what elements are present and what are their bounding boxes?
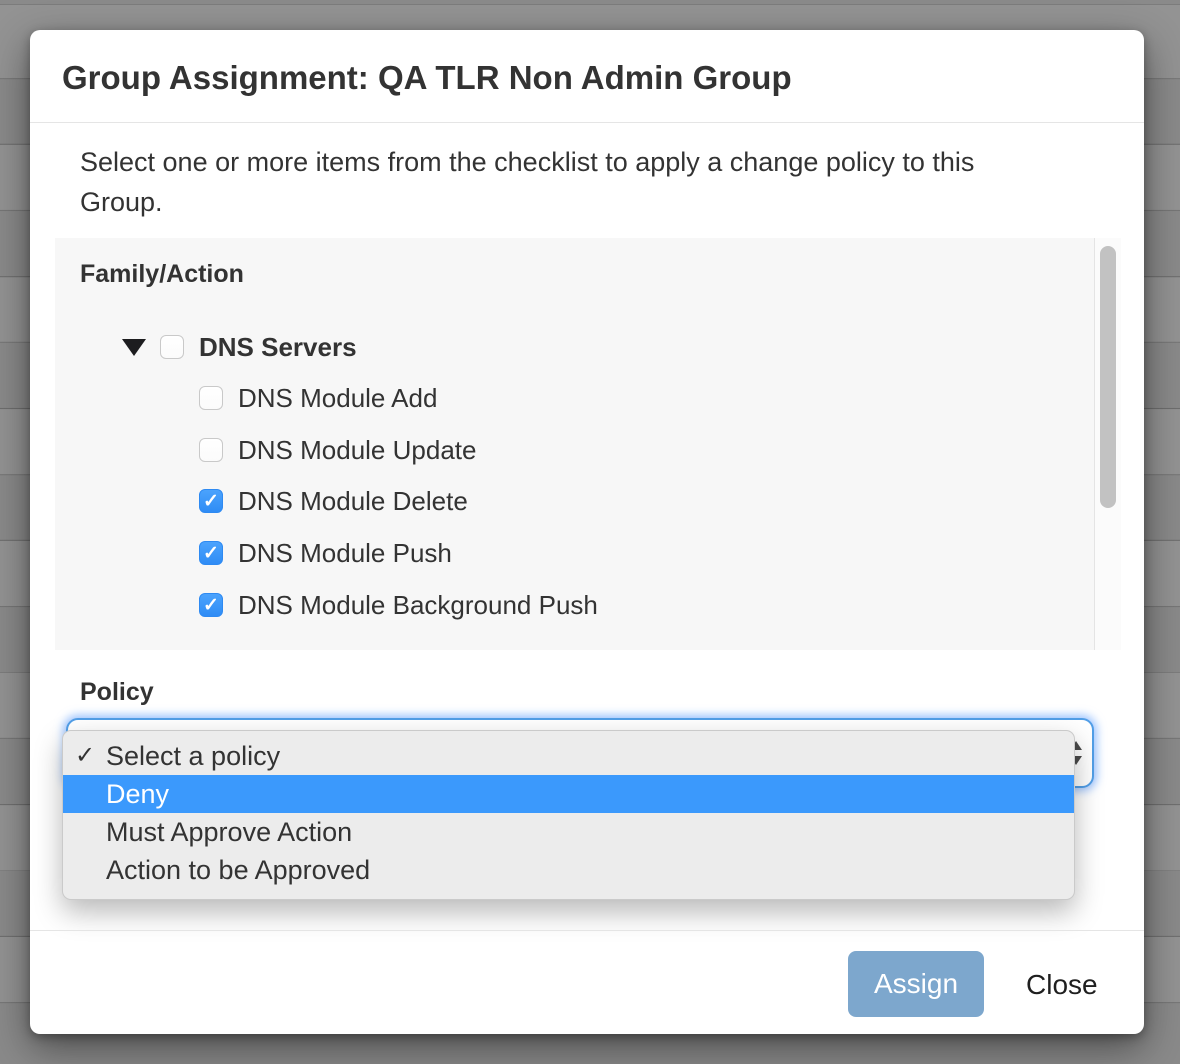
checklist-group-row: DNS Servers [122,330,357,364]
dialog-title-group-name: QA TLR Non Admin Group [378,59,792,96]
policy-option-deny[interactable]: ✓ Deny [63,775,1074,813]
checklist-item-label: DNS Module Push [238,538,452,569]
checklist-item-label: DNS Module Update [238,435,476,466]
selected-check-icon: ✓ [75,744,95,768]
checklist-item-label: DNS Module Delete [238,486,468,517]
checklist-scrollbar-thumb[interactable] [1100,246,1116,508]
checklist-item-row: DNS Module Delete [199,484,468,518]
checklist-item-row: DNS Module Push [199,536,452,570]
policy-option-label: Must Approve Action [106,817,352,848]
checklist-item-label: DNS Module Background Push [238,590,598,621]
dialog-description: Select one or more items from the checkl… [80,142,1055,222]
checklist-group-label: DNS Servers [199,332,357,363]
dialog-title: Group Assignment: QA TLR Non Admin Group [62,58,792,98]
family-action-checklist: Family/Action DNS Servers DNS Module Add… [55,238,1121,650]
dialog-header: Group Assignment: QA TLR Non Admin Group [30,30,1144,123]
policy-option-label: Deny [106,779,169,810]
policy-option-label: Action to be Approved [106,855,370,886]
close-button[interactable]: Close [1026,969,1098,1001]
checklist-item-row: DNS Module Update [199,433,476,467]
item-checkbox-3[interactable] [199,541,223,565]
policy-option-label: Select a policy [106,741,280,772]
item-checkbox-0[interactable] [199,386,223,410]
dns-servers-checkbox[interactable] [160,335,184,359]
policy-heading: Policy [80,678,154,707]
checklist-heading: Family/Action [80,260,244,289]
item-checkbox-1[interactable] [199,438,223,462]
policy-option-must-approve-action[interactable]: ✓ Must Approve Action [63,813,1074,851]
item-checkbox-4[interactable] [199,593,223,617]
collapse-triangle-icon[interactable] [122,339,146,356]
group-assignment-dialog: Group Assignment: QA TLR Non Admin Group… [30,30,1144,1034]
dialog-footer: Assign Close [30,930,1144,1034]
policy-dropdown-menu: ✓ Select a policy ✓ Deny ✓ Must Approve … [62,730,1075,900]
dialog-title-prefix: Group Assignment: [62,59,369,96]
item-checkbox-2[interactable] [199,489,223,513]
policy-option-select-a-policy[interactable]: ✓ Select a policy [63,737,1074,775]
checklist-item-label: DNS Module Add [238,383,437,414]
assign-button[interactable]: Assign [848,951,984,1017]
checklist-scrollbar-track[interactable] [1094,238,1121,650]
checklist-item-row: DNS Module Background Push [199,588,598,622]
checklist-item-row: DNS Module Add [199,381,437,415]
policy-option-action-to-be-approved[interactable]: ✓ Action to be Approved [63,851,1074,889]
